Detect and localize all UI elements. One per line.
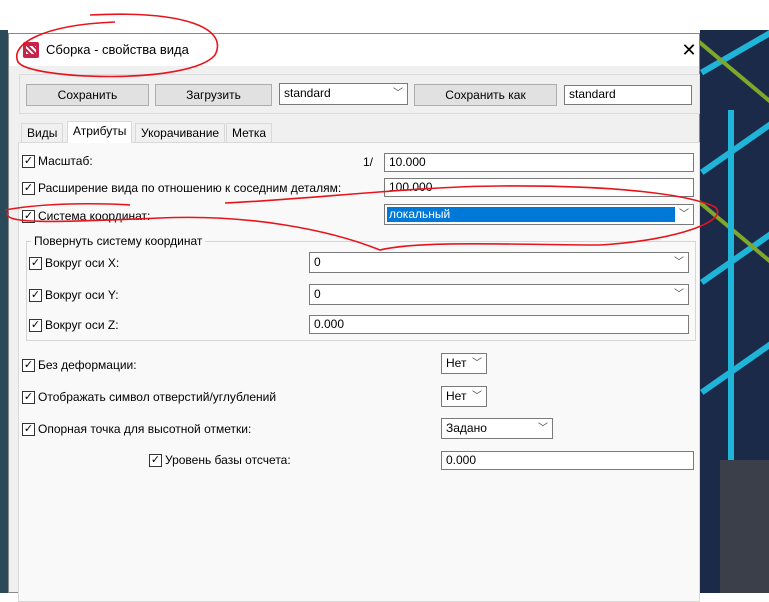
scale-label: Масштаб: bbox=[38, 154, 93, 168]
chevron-down-icon: ﹀ bbox=[393, 88, 403, 99]
title-bar: Сборка - свойства вида ✕ bbox=[9, 34, 699, 66]
extension-checkbox[interactable]: ✓ bbox=[22, 181, 35, 195]
background-3d-model bbox=[700, 30, 769, 593]
preset-select[interactable]: standard ﹀ bbox=[279, 83, 408, 105]
no-deform-checkbox[interactable]: ✓ bbox=[22, 358, 35, 372]
save-as-button[interactable]: Сохранить как bbox=[414, 84, 557, 106]
ref-point-value: Задано bbox=[446, 421, 487, 435]
ref-point-checkbox[interactable]: ✓ bbox=[22, 422, 35, 436]
save-as-name-input[interactable]: standard bbox=[564, 85, 692, 105]
chevron-down-icon: ﹀ bbox=[538, 423, 548, 434]
rot-x-checkbox[interactable]: ✓ bbox=[29, 256, 42, 270]
base-level-label: Уровень базы отсчета: bbox=[165, 453, 291, 467]
rotate-group-label: Повернуть систему координат bbox=[31, 234, 206, 248]
coord-system-select[interactable]: локальный ﹀ bbox=[384, 204, 694, 225]
tab-mark[interactable]: Метка bbox=[226, 123, 273, 143]
chevron-down-icon: ﹀ bbox=[679, 209, 689, 220]
rot-x-label: Вокруг оси X: bbox=[45, 256, 120, 270]
rot-x-value: 0 bbox=[314, 255, 321, 269]
background-model-view bbox=[0, 30, 8, 593]
extension-label: Расширение вида по отношению к соседним … bbox=[38, 181, 342, 195]
scale-prefix: 1/ bbox=[363, 155, 374, 169]
coord-system-value: локальный bbox=[387, 207, 675, 222]
show-holes-select[interactable]: Нет ﹀ bbox=[441, 386, 487, 407]
load-button[interactable]: Загрузить bbox=[155, 84, 272, 106]
no-deform-value: Нет bbox=[446, 356, 467, 370]
rot-y-label: Вокруг оси Y: bbox=[45, 288, 119, 302]
tab-views[interactable]: Виды bbox=[21, 123, 64, 143]
extension-input[interactable]: 100.000 bbox=[384, 178, 694, 197]
base-level-checkbox[interactable]: ✓ bbox=[149, 453, 162, 467]
save-button[interactable]: Сохранить bbox=[26, 84, 149, 106]
tab-shortening[interactable]: Укорачивание bbox=[135, 123, 226, 143]
rot-y-checkbox[interactable]: ✓ bbox=[29, 288, 42, 302]
show-holes-value: Нет bbox=[446, 389, 467, 403]
chevron-down-icon: ﹀ bbox=[674, 257, 684, 268]
rot-x-select[interactable]: 0 ﹀ bbox=[309, 252, 689, 273]
close-button[interactable]: ✕ bbox=[677, 38, 701, 62]
rot-y-select[interactable]: 0 ﹀ bbox=[309, 284, 689, 305]
coord-system-checkbox[interactable]: ✓ bbox=[22, 209, 35, 223]
app-logo-icon bbox=[23, 42, 39, 58]
no-deform-select[interactable]: Нет ﹀ bbox=[441, 353, 487, 374]
ref-point-select[interactable]: Задано ﹀ bbox=[441, 418, 553, 439]
chevron-down-icon: ﹀ bbox=[472, 358, 482, 369]
scale-input[interactable]: 10.000 bbox=[384, 153, 694, 172]
show-holes-checkbox[interactable]: ✓ bbox=[22, 390, 35, 404]
rot-y-value: 0 bbox=[314, 287, 321, 301]
ref-point-label: Опорная точка для высотной отметки: bbox=[38, 422, 252, 436]
chevron-down-icon: ﹀ bbox=[472, 391, 482, 402]
view-properties-dialog: Сборка - свойства вида ✕ Сохранить Загру… bbox=[8, 33, 700, 602]
show-holes-label: Отображать символ отверстий/углублений bbox=[38, 390, 277, 404]
preset-value: standard bbox=[284, 86, 331, 100]
rot-z-checkbox[interactable]: ✓ bbox=[29, 318, 42, 332]
chevron-down-icon: ﹀ bbox=[674, 289, 684, 300]
no-deform-label: Без деформации: bbox=[38, 358, 137, 372]
rot-z-label: Вокруг оси Z: bbox=[45, 318, 119, 332]
tab-attributes[interactable]: Атрибуты bbox=[67, 121, 133, 143]
rot-z-input[interactable]: 0.000 bbox=[309, 315, 689, 334]
base-level-input[interactable]: 0.000 bbox=[441, 451, 694, 470]
window-title: Сборка - свойства вида bbox=[46, 42, 189, 57]
scale-checkbox[interactable]: ✓ bbox=[22, 154, 35, 168]
coord-system-label: Система координат: bbox=[38, 209, 151, 223]
